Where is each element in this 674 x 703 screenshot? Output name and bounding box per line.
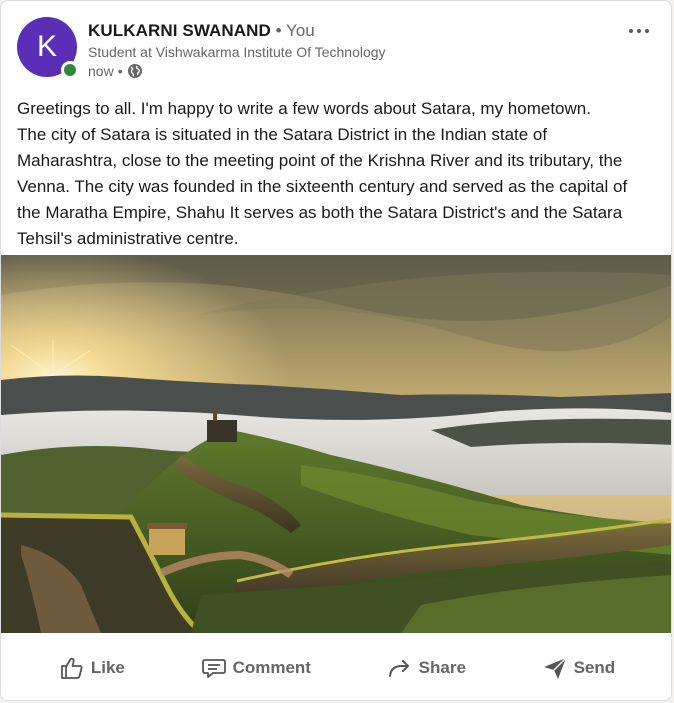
landscape-photo (1, 255, 671, 633)
post-text-line: Tehsil's administrative centre. (17, 229, 239, 248)
online-status-dot (61, 61, 79, 79)
more-dot-icon (629, 29, 633, 33)
post-time: now (88, 63, 114, 79)
more-options-button[interactable] (623, 21, 655, 41)
post-text-line: The city of Satara is situated in the Sa… (17, 125, 548, 144)
author-headline: Student at Vishwakarma Institute Of Tech… (88, 44, 386, 60)
post-card: K KULKARNI SWANAND • You Student at Vish… (0, 0, 672, 701)
time-separator: • (117, 63, 123, 79)
send-label: Send (573, 658, 616, 677)
share-arrow-icon (388, 660, 409, 677)
post-actions: Like Comment Share Send (1, 634, 671, 700)
post-text: Greetings to all. I'm happy to write a f… (17, 96, 657, 252)
relation-label: You (286, 21, 315, 40)
send-paper-plane-icon (543, 657, 567, 679)
more-dot-icon (645, 29, 649, 33)
share-label: Share (418, 658, 466, 677)
comment-icon (201, 659, 226, 678)
like-button[interactable]: Like (47, 647, 137, 689)
author-name[interactable]: KULKARNI SWANAND (88, 21, 271, 40)
post-text-line: Venna. The city was founded in the sixte… (17, 177, 628, 196)
post-text-line: the Maratha Empire, Shahu It serves as b… (17, 203, 623, 222)
globe-icon[interactable] (127, 63, 143, 79)
thumbs-up-icon (60, 657, 83, 679)
author-meta: KULKARNI SWANAND • You Student at Vishwa… (88, 21, 386, 79)
post-text-line: Maharashtra, close to the meeting point … (17, 151, 623, 170)
more-dot-icon (637, 29, 641, 33)
like-label: Like (90, 658, 125, 677)
name-separator: • (275, 21, 282, 40)
post-image[interactable] (1, 255, 671, 633)
comment-button[interactable]: Comment (189, 647, 323, 689)
avatar-letter: K (36, 30, 57, 63)
post-header: K KULKARNI SWANAND • You Student at Vish… (17, 17, 655, 87)
share-button[interactable]: Share (375, 647, 478, 689)
send-button[interactable]: Send (530, 647, 628, 689)
name-row: KULKARNI SWANAND • You (88, 21, 386, 41)
post-text-line: Greetings to all. I'm happy to write a f… (17, 99, 591, 118)
comment-label: Comment (232, 658, 311, 677)
time-row: now • (88, 63, 386, 79)
